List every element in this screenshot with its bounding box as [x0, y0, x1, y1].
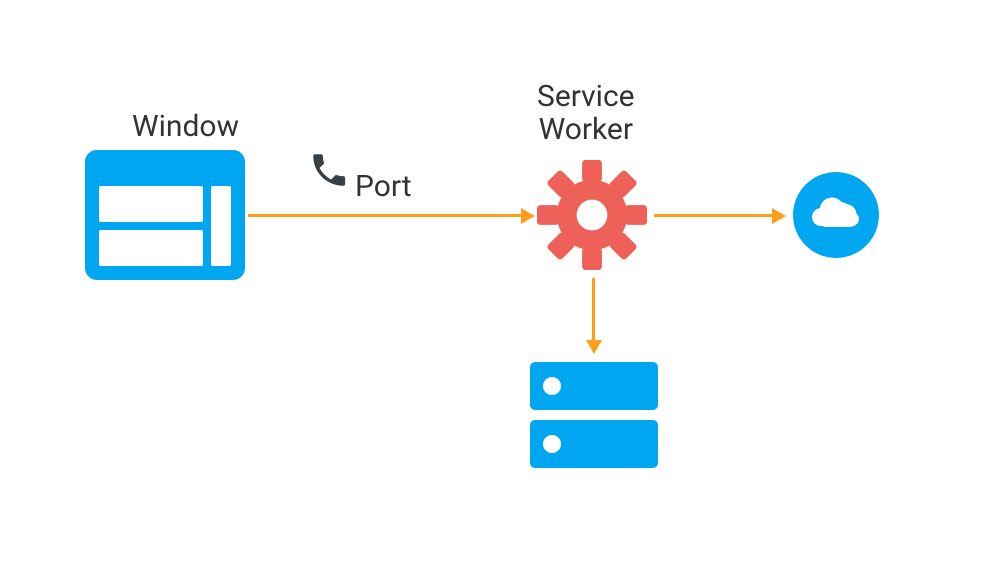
- phone-icon: [308, 149, 350, 195]
- cloud-icon: [793, 172, 879, 262]
- port-label: Port: [355, 170, 412, 203]
- arrow-head-service-worker-to-cache: [586, 340, 602, 354]
- diagram-canvas: Window Port Service Worker: [0, 0, 984, 564]
- window-label: Window: [132, 110, 239, 143]
- cache-icon: [530, 362, 658, 476]
- window-icon: [85, 150, 245, 284]
- arrow-service-worker-to-cloud: [654, 214, 774, 217]
- arrow-service-worker-to-cache: [592, 278, 595, 342]
- arrow-window-to-service-worker: [248, 214, 523, 217]
- gear-icon: [537, 160, 647, 274]
- service-worker-label: Service Worker: [537, 80, 635, 146]
- arrow-head-service-worker-to-cloud: [772, 208, 786, 224]
- service-worker-label-line1: Service: [537, 79, 635, 114]
- service-worker-label-line2: Worker: [539, 112, 633, 147]
- arrow-head-window-to-service-worker: [521, 208, 535, 224]
